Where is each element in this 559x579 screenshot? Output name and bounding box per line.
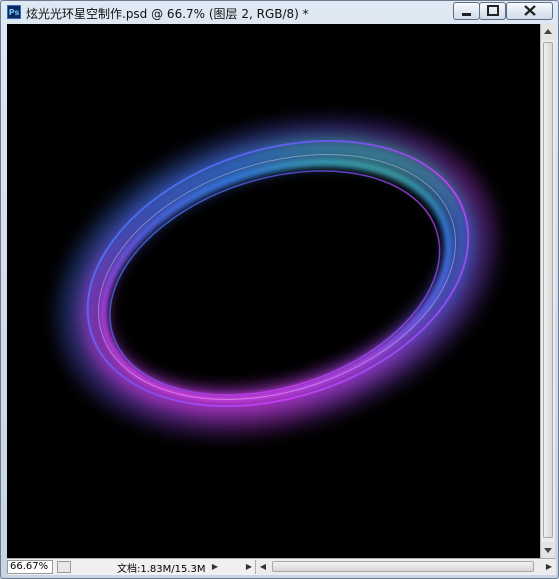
maximize-icon xyxy=(487,5,499,16)
title-bar[interactable]: Ps 炫光光环星空制作.psd @ 66.7% (图层 2, RGB/8) * xyxy=(1,1,558,23)
photoshop-app-icon[interactable]: Ps xyxy=(7,5,21,19)
scroll-down-button[interactable] xyxy=(541,542,555,558)
arrow-up-icon xyxy=(544,29,552,34)
vertical-scroll-thumb[interactable] xyxy=(543,42,553,538)
horizontal-scrollbar[interactable]: ◀ ▶ xyxy=(255,560,556,574)
zoom-level-field[interactable]: 66.67% xyxy=(7,560,53,574)
status-bar: 66.67% 文档:1.83M/15.3M ▶ ▶ ◀ ▶ xyxy=(7,558,556,575)
minimize-button[interactable] xyxy=(453,2,480,20)
document-window: Ps 炫光光环星空制作.psd @ 66.7% (图层 2, RGB/8) * xyxy=(0,0,559,579)
scroll-left-button[interactable]: ◀ xyxy=(256,560,270,574)
scroll-right-button[interactable]: ▶ xyxy=(542,560,556,574)
document-size-info: 文档:1.83M/15.3M xyxy=(117,564,206,575)
status-play-icon[interactable]: ▶ xyxy=(243,560,255,574)
scroll-up-button[interactable] xyxy=(541,24,555,40)
status-export-icon[interactable] xyxy=(57,561,71,573)
glowing-ring-artwork xyxy=(58,119,496,435)
vertical-scrollbar[interactable] xyxy=(540,24,555,558)
maximize-button[interactable] xyxy=(479,2,506,20)
close-button[interactable] xyxy=(506,2,553,20)
arrow-down-icon xyxy=(544,548,552,553)
image-canvas[interactable] xyxy=(7,24,540,558)
close-icon xyxy=(524,5,536,16)
horizontal-scroll-thumb[interactable] xyxy=(272,561,534,572)
minimize-icon xyxy=(462,13,471,16)
document-title: 炫光光环星空制作.psd @ 66.7% (图层 2, RGB/8) * xyxy=(26,7,309,21)
status-menu-arrow-icon[interactable]: ▶ xyxy=(209,560,221,574)
